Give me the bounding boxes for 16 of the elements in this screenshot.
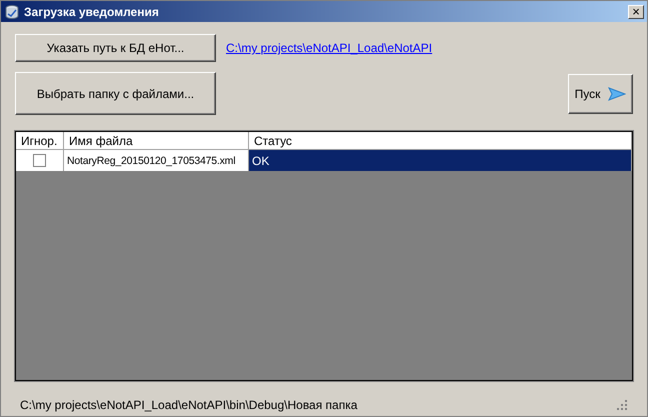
choose-folder-button[interactable]: Выбрать папку с файлами... — [15, 72, 216, 115]
start-button[interactable]: Пуск — [568, 74, 633, 114]
db-path-button[interactable]: Указать путь к БД eHот... — [15, 34, 216, 62]
db-path-link[interactable]: C:\my projects\eNotAPI_Load\eNotAPI — [226, 41, 432, 55]
table-cell: NotaryReg_20150120_17053475.xml — [64, 150, 249, 171]
table-cell[interactable]: OK — [249, 150, 632, 171]
column-header[interactable]: Имя файла — [64, 132, 249, 150]
play-icon — [608, 86, 626, 100]
ignore-checkbox[interactable] — [33, 154, 46, 167]
column-header[interactable]: Статус — [249, 132, 632, 150]
database-icon — [4, 4, 20, 20]
resize-grip-icon[interactable] — [617, 400, 628, 410]
close-button[interactable]: × — [628, 4, 644, 18]
column-header[interactable]: Игнор. — [16, 132, 64, 150]
window-title: Загрузка уведомления — [24, 4, 160, 18]
status-text: C:\my projects\eNotAPI_Load\eNotAPI\bin\Debug\Новая папка — [20, 398, 358, 412]
